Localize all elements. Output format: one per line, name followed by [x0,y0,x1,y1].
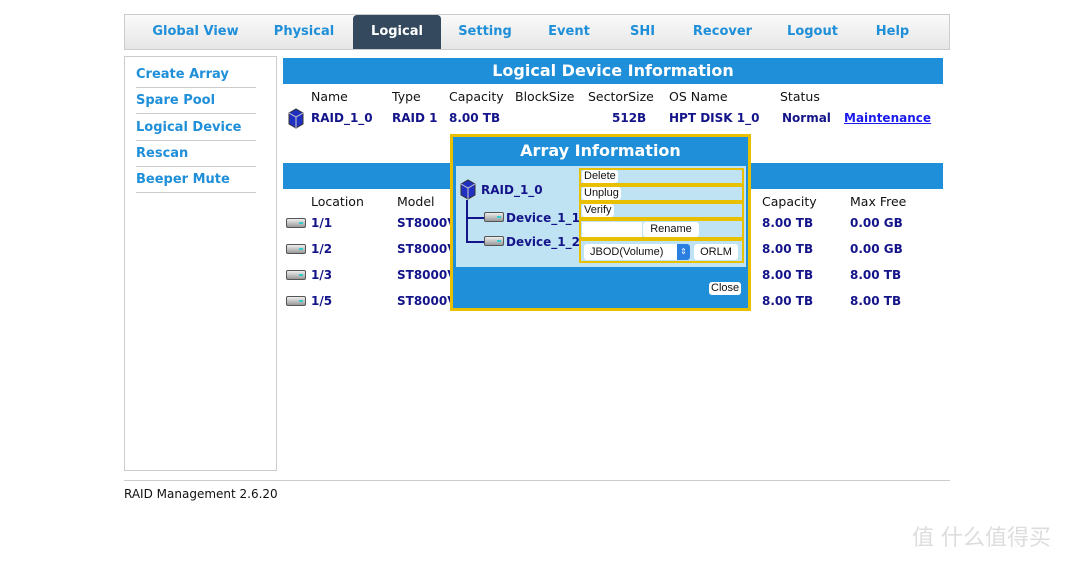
close-button[interactable]: Close [709,282,742,295]
disk-icon [484,236,504,246]
col-pcapacity: Capacity [762,194,817,209]
tab-bar: Global View Physical Logical Setting Eve… [124,14,950,50]
disk-model: ST8000V [397,216,457,230]
raid-type-select[interactable]: JBOD(Volume) ⇕ [584,244,690,260]
disk-icon [286,218,306,228]
tab-help[interactable]: Help [865,15,920,49]
tab-shi[interactable]: SHI [620,15,665,49]
tab-setting[interactable]: Setting [450,15,520,49]
tree-lines [466,200,486,243]
sidebar-item-create-array[interactable]: Create Array [136,62,256,88]
col-type: Type [392,89,421,104]
col-sectorsize: SectorSize [588,89,654,104]
disk-maxfree: 0.00 GB [850,242,903,256]
tab-physical[interactable]: Physical [265,15,343,49]
disk-model: ST8000V [397,268,457,282]
select-value: JBOD(Volume) [590,246,664,258]
maintenance-link[interactable]: Maintenance [844,111,931,125]
tab-logout[interactable]: Logout [780,15,845,49]
disk-maxfree: 8.00 TB [850,268,902,282]
logical-name: RAID_1_0 [311,111,373,125]
col-capacity: Capacity [449,89,504,104]
col-model: Model [397,194,435,209]
array-icon [460,179,476,200]
col-status: Status [780,89,820,104]
col-blocksize: BlockSize [515,89,575,104]
disk-capacity: 8.00 TB [762,294,814,308]
dialog-title: Array Information [520,141,681,160]
logical-type: RAID 1 [392,111,438,125]
dialog-panel: RAID_1_0 Device_1_1 Device_1_2 Delete Un… [456,166,746,267]
sidebar: Create Array Spare Pool Logical Device R… [124,56,277,471]
footer-divider [124,480,950,481]
chevron-updown-icon: ⇕ [677,244,690,260]
tree-array[interactable]: RAID_1_0 [481,183,543,197]
tree-device[interactable]: Device_1_2 [506,235,580,249]
sidebar-item-logical-device[interactable]: Logical Device [136,115,256,141]
tab-global-view[interactable]: Global View [143,15,248,49]
col-name: Name [311,89,348,104]
array-icon [288,108,304,129]
disk-model: ST8000V [397,242,457,256]
disk-icon [484,212,504,222]
watermark: 值 什么值得买 [912,526,1051,551]
orlm-button[interactable]: ORLM [694,244,738,260]
disk-capacity: 8.00 TB [762,268,814,282]
rename-button[interactable]: Rename [643,222,699,237]
logical-osname: HPT DISK 1_0 [669,111,760,125]
disk-location: 1/5 [311,294,333,308]
logical-capacity: 8.00 TB [449,111,501,125]
col-location: Location [311,194,364,209]
disk-location: 1/3 [311,268,333,282]
verify-button[interactable]: Verify [582,204,614,217]
disk-location: 1/1 [311,216,333,230]
disk-icon [286,244,306,254]
logical-status: Normal [782,111,831,125]
unplug-button[interactable]: Unplug [582,187,621,200]
sidebar-item-spare-pool[interactable]: Spare Pool [136,88,256,114]
col-maxfree: Max Free [850,194,907,209]
disk-location: 1/2 [311,242,333,256]
sidebar-item-rescan[interactable]: Rescan [136,141,256,167]
disk-capacity: 8.00 TB [762,216,814,230]
col-osname: OS Name [669,89,728,104]
disk-maxfree: 0.00 GB [850,216,903,230]
tab-logical[interactable]: Logical [353,15,441,49]
disk-icon [286,296,306,306]
array-information-dialog: Array Information RAID_1_0 Device_1_1 De… [450,134,751,311]
footer-version: RAID Management 2.6.20 [124,487,278,501]
logical-device-header: Logical Device Information [283,58,943,84]
disk-maxfree: 8.00 TB [850,294,902,308]
sidebar-item-beeper-mute[interactable]: Beeper Mute [136,167,256,193]
logical-sectorsize: 512B [612,111,647,125]
tab-recover[interactable]: Recover [685,15,760,49]
tab-event[interactable]: Event [537,15,601,49]
rename-input[interactable] [582,222,642,237]
tree-device[interactable]: Device_1_1 [506,211,580,225]
disk-icon [286,270,306,280]
disk-capacity: 8.00 TB [762,242,814,256]
disk-model: ST8000V [397,294,457,308]
delete-button[interactable]: Delete [582,170,618,183]
